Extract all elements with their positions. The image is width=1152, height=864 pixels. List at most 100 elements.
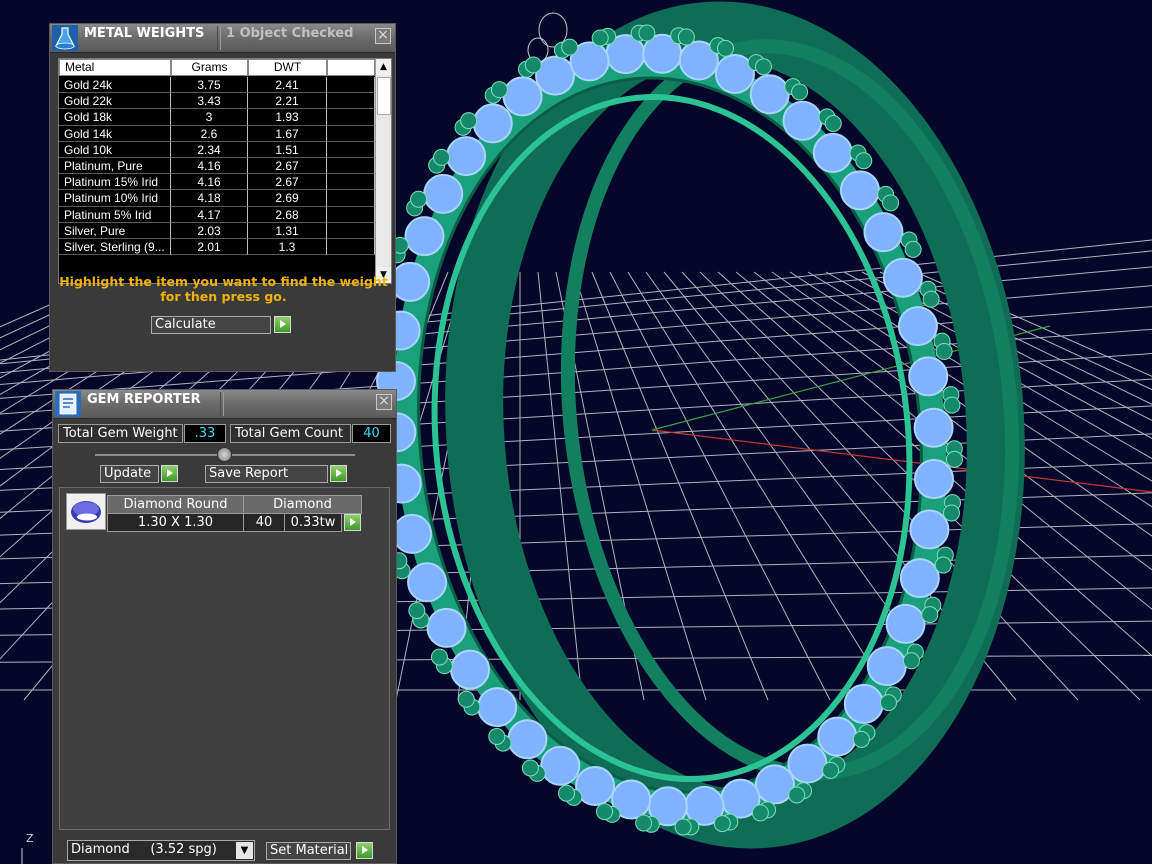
table-row[interactable]: Silver, Pure 2.03 1.31 [59,222,375,239]
prong [488,728,506,746]
gem-stone [787,743,828,784]
metal-dwt: 1.67 [248,125,327,142]
table-row[interactable]: Gold 18k 3 1.93 [59,109,375,126]
material-select[interactable]: Diamond (3.52 spg) ▼ [67,840,255,861]
metal-name: Silver, Sterling (9... [59,238,171,256]
table-header: Metal Grams DWT [59,59,375,76]
gem-stone [446,136,487,177]
metal-name: Gold 24k [59,77,171,94]
calculate-go-button[interactable] [274,316,291,333]
metal-name: Gold 22k [59,93,171,110]
prong [561,38,579,56]
scroll-up-arrow-icon[interactable]: ▲ [376,59,391,75]
gem-stone [392,513,433,554]
update-select[interactable]: Update [100,465,159,483]
gem-stone [882,257,923,298]
table-row[interactable]: Gold 24k 3.75 2.41 [59,77,375,94]
z-axis-label: Z [26,832,34,845]
grid-line [627,271,893,701]
gem-stone [507,719,548,760]
prong [521,759,539,777]
table-scrollbar[interactable]: ▲ ▼ [375,59,391,283]
gem-material: Diamond [243,495,362,514]
gem-stone [502,76,543,117]
column-header-metal[interactable]: Metal [59,59,171,76]
prong [902,652,920,670]
gem-size: 1.30 X 1.30 [107,513,244,532]
gem-stone [450,649,491,690]
gem-stone [404,216,445,257]
prong [922,290,940,308]
material-select-value: Diamond (3.52 spg) [71,842,217,857]
metal-blank [327,93,375,110]
column-header-dwt[interactable]: DWT [248,59,327,76]
gem-stone [754,764,795,805]
table-body: Gold 24k 3.75 2.41 Gold 22k 3.43 2.21 Gold 18k… [59,77,375,256]
gem-stone [426,607,467,648]
table-row[interactable]: Gold 22k 3.43 2.21 [59,93,375,110]
gem-stone [897,306,938,347]
update-go-button[interactable] [161,465,178,482]
prong [934,556,952,574]
table-row[interactable]: Silver, Sterling (9... 2.01 1.3 [59,238,375,256]
prong [677,28,695,46]
gem-weight: 0.33tw [284,513,342,532]
total-gem-count-label: Total Gem Count [230,424,351,443]
scroll-thumb[interactable] [377,77,391,115]
close-button[interactable]: × [375,28,391,44]
metal-grams: 3 [171,109,248,126]
chevron-down-icon[interactable]: ▼ [236,842,253,859]
total-gem-count-value: 40 [352,424,391,443]
metal-grams: 4.17 [171,206,248,223]
table-row[interactable]: Platinum, Pure 4.16 2.67 [59,157,375,175]
prong [935,342,953,360]
gem-select-go-button[interactable] [344,514,361,531]
prong [882,194,900,212]
prong [457,690,475,708]
metal-weights-titlebar[interactable]: METAL WEIGHTS 1 Object Checked × [50,24,395,53]
gem-stone [913,407,954,448]
table-row[interactable]: Gold 10k 2.34 1.51 [59,141,375,158]
save-report-go-button[interactable] [330,465,347,482]
report-icon [55,391,81,417]
gem-stone [913,459,954,500]
gem-reporter-panel: GEM REPORTER × Total Gem Weight .33 Tota… [52,389,397,864]
metal-name: Gold 10k [59,141,171,158]
metal-blank [327,206,375,223]
metal-dwt: 1.93 [248,109,327,126]
column-header-grams[interactable]: Grams [171,59,248,76]
prong [490,81,508,99]
table-row[interactable]: Platinum 15% Irid 4.16 2.67 [59,174,375,191]
prong [824,114,842,132]
gem-reporter-titlebar[interactable]: GEM REPORTER × [53,390,396,419]
gem-stone [839,170,880,211]
table-row[interactable]: Gold 14k 2.6 1.67 [59,125,375,142]
save-report-select[interactable]: Save Report [205,465,328,483]
metal-dwt: 2.21 [248,93,327,110]
prong [904,240,922,258]
metal-name: Platinum 5% Irid [59,206,171,223]
metal-weights-table[interactable]: Metal Grams DWT Gold 24k 3.75 2.41 Gold 22k… [58,58,392,284]
set-material-go-button[interactable] [356,842,373,859]
prong [635,814,653,832]
prong [921,606,939,624]
metal-name: Platinum 15% Irid [59,174,171,191]
metal-grams: 4.16 [171,174,248,191]
prong [524,56,542,74]
set-material-select[interactable]: Set Material [266,842,351,860]
close-button[interactable]: × [376,394,392,410]
calculate-select[interactable]: Calculate [151,316,271,334]
slider-knob[interactable] [217,447,232,462]
prong [716,39,734,57]
prong [855,152,873,170]
metal-dwt: 1.51 [248,141,327,158]
table-row[interactable]: Platinum 5% Irid 4.17 2.68 [59,206,375,223]
prong [751,804,769,822]
prong [408,602,426,620]
gem-stone [535,55,576,96]
gem-reporter-title: GEM REPORTER [87,392,201,407]
metal-dwt: 2.69 [248,190,327,207]
gem-thumbnail[interactable] [66,493,106,530]
column-header-blank [327,59,375,76]
table-row[interactable]: Platinum 10% Irid 4.18 2.69 [59,190,375,207]
